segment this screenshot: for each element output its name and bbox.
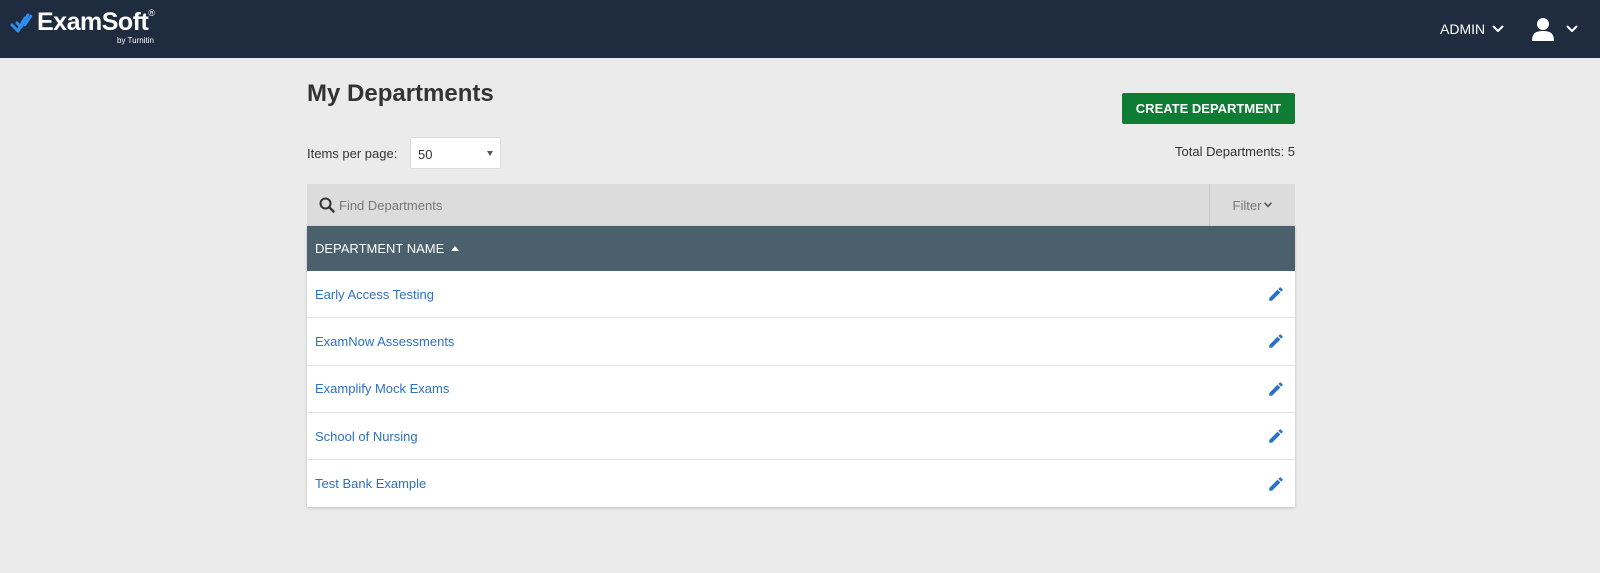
user-icon bbox=[1532, 18, 1554, 41]
create-department-button[interactable]: CREATE DEPARTMENT bbox=[1122, 93, 1295, 124]
table-row: Early Access Testing bbox=[307, 271, 1295, 319]
logo-wordmark: ExamSoft® bbox=[37, 8, 155, 36]
edit-icon[interactable] bbox=[1267, 285, 1285, 303]
edit-icon[interactable] bbox=[1267, 475, 1285, 493]
chevron-down-icon bbox=[1264, 202, 1273, 208]
edit-icon[interactable] bbox=[1267, 332, 1285, 350]
admin-menu[interactable]: ADMIN bbox=[1440, 19, 1504, 39]
items-per-page-label: Items per page: bbox=[307, 146, 398, 161]
sort-ascending-icon bbox=[451, 246, 460, 251]
admin-menu-label: ADMIN bbox=[1440, 21, 1486, 37]
departments-table: DEPARTMENT NAME Early Access Testing Exam… bbox=[307, 226, 1295, 508]
caret-down-icon bbox=[487, 151, 493, 156]
department-link[interactable]: School of Nursing bbox=[315, 429, 418, 444]
edit-icon[interactable] bbox=[1267, 427, 1285, 445]
table-row: Examplify Mock Exams bbox=[307, 366, 1295, 413]
filter-label: Filter bbox=[1232, 197, 1262, 213]
department-link[interactable]: ExamNow Assessments bbox=[315, 334, 454, 349]
department-name-column-header[interactable]: DEPARTMENT NAME bbox=[307, 226, 1295, 271]
filter-button[interactable]: Filter bbox=[1209, 184, 1295, 226]
examsoft-logo-icon bbox=[10, 13, 33, 33]
column-header-label: DEPARTMENT NAME bbox=[315, 241, 445, 256]
table-row: Test Bank Example bbox=[307, 460, 1295, 507]
chevron-down-icon bbox=[1492, 25, 1504, 32]
logo-subtitle: by Turnitin bbox=[117, 36, 154, 45]
search-input[interactable] bbox=[337, 184, 1177, 226]
search-bar: Filter bbox=[307, 184, 1295, 226]
chevron-down-icon bbox=[1566, 25, 1578, 32]
top-navigation-bar: ExamSoft® by Turnitin ADMIN bbox=[0, 0, 1600, 58]
department-link[interactable]: Early Access Testing bbox=[315, 287, 434, 302]
department-link[interactable]: Test Bank Example bbox=[315, 476, 426, 491]
table-row: School of Nursing bbox=[307, 413, 1295, 461]
items-per-page-value: 50 bbox=[418, 147, 433, 162]
table-row: ExamNow Assessments bbox=[307, 318, 1295, 366]
total-departments: Total Departments: 5 bbox=[1175, 144, 1295, 159]
department-link[interactable]: Examplify Mock Exams bbox=[315, 381, 449, 396]
table-body: Early Access Testing ExamNow Assessments E… bbox=[307, 271, 1295, 507]
edit-icon[interactable] bbox=[1267, 380, 1285, 398]
page-title: My Departments bbox=[307, 80, 494, 107]
items-per-page-select[interactable]: 50 bbox=[410, 137, 501, 169]
user-menu[interactable] bbox=[1532, 15, 1578, 43]
search-icon bbox=[319, 197, 335, 213]
